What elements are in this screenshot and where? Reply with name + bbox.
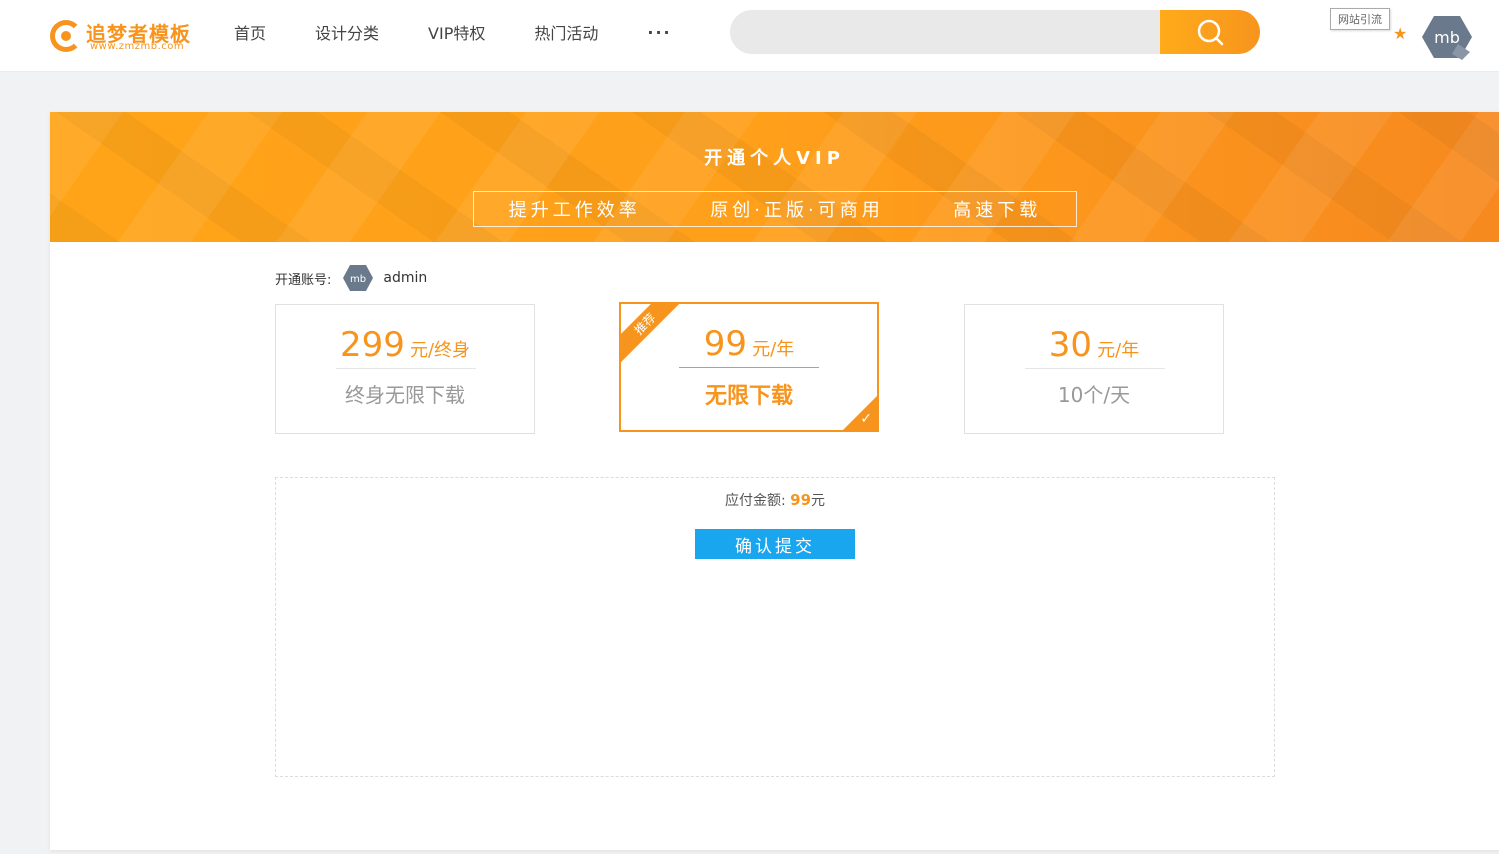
plan-price: 99 元/年 [621,324,877,364]
user-avatar[interactable]: mb [1422,14,1472,60]
plan-lifetime[interactable]: 299 元/终身 终身无限下载 [275,304,535,434]
site-guide-badge[interactable]: 网站引流 [1330,8,1390,30]
banner-title: 开通个人VIP [704,148,845,169]
vip-banner: 开通个人VIP 提升工作效率 原创·正版·可商用 高速下载 [50,112,1499,242]
logo-domain: www.zmzmb.com [90,41,185,52]
plan-description: 10个/天 [1057,383,1131,407]
plan-price-number: 299 [339,325,405,365]
nav-item-design-categories[interactable]: 设计分类 [315,20,379,44]
nav-item-hot-events[interactable]: 热门活动 [534,20,598,44]
vip-card: 开通个人VIP 提升工作效率 原创·正版·可商用 高速下载 开通账号: mb a… [50,112,1499,850]
plan-divider [679,367,819,368]
plan-yearly-daily[interactable]: 30 元/年 10个/天 [964,304,1224,434]
plan-divider [1025,368,1165,369]
nav-more-icon[interactable]: ··· [647,23,671,42]
svg-text:mb: mb [350,274,366,285]
payment-amount: 99 [790,491,812,509]
feature-fast-download: 高速下载 [953,200,1042,221]
payment-currency: 元 [811,493,826,509]
account-avatar: mb [343,265,374,291]
plan-yearly-unlimited[interactable]: 推荐 99 元/年 无限下载 ✓ [619,302,879,432]
account-label: 开通账号: [275,272,332,288]
nav-item-home[interactable]: 首页 [234,20,266,44]
feature-efficiency: 提升工作效率 [508,200,641,221]
plan-price: 30 元/年 [965,325,1223,365]
plan-description: 终身无限下载 [345,383,465,407]
plan-price-unit: 元/终身 [409,340,471,361]
site-logo[interactable]: 追梦者模板 www.zmzmb.com [50,18,210,54]
account-username: admin [383,270,428,286]
feature-original: 原创·正版·可商用 [710,200,884,221]
logo-mark-icon [50,20,82,52]
plan-price: 299 元/终身 [276,325,534,365]
account-row: 开通账号: mb admin [275,264,427,292]
payment-label: 应付金额: [724,493,786,509]
plan-price-number: 99 [703,324,748,364]
search-input[interactable] [730,10,1160,54]
main-nav: 首页 设计分类 VIP特权 热门活动 ··· [234,0,672,64]
plan-price-unit: 元/年 [752,339,795,360]
payment-box: 应付金额: 99元 确认提交 [275,477,1275,777]
svg-text:mb: mb [1434,28,1460,47]
plan-price-number: 30 [1048,325,1093,365]
check-icon: ✓ [860,411,872,427]
plan-divider [336,368,476,369]
payment-amount-row: 应付金额: 99元 [276,490,1274,510]
search-bar [730,10,1260,54]
confirm-submit-button[interactable]: 确认提交 [695,529,855,559]
search-icon [1197,19,1224,46]
banner-features: 提升工作效率 原创·正版·可商用 高速下载 [473,191,1077,227]
search-button[interactable] [1160,10,1260,54]
nav-item-vip-privileges[interactable]: VIP特权 [428,20,485,44]
top-header: 追梦者模板 www.zmzmb.com 首页 设计分类 VIP特权 热门活动 ·… [0,0,1499,72]
star-icon: ★ [1393,24,1408,43]
plan-price-unit: 元/年 [1097,340,1140,361]
plan-description: 无限下载 [704,384,793,409]
